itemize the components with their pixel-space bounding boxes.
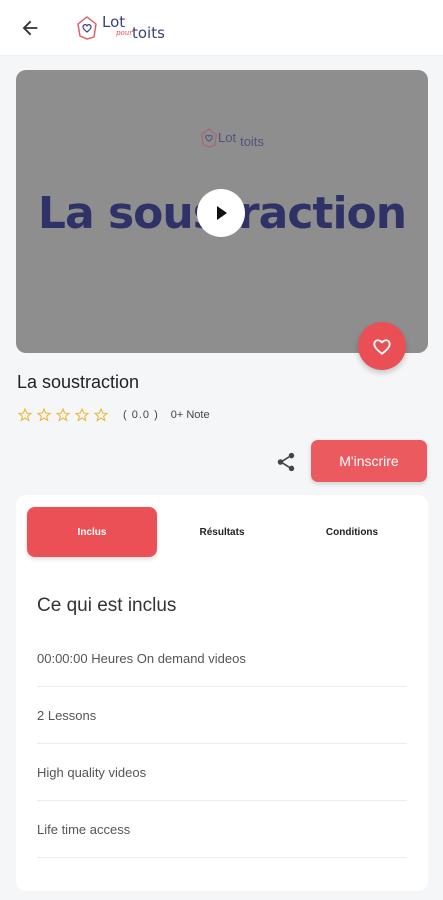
- tab-bar: Inclus Résultats Conditions: [27, 507, 417, 557]
- video-logo: Lot toits: [200, 126, 264, 149]
- enroll-button[interactable]: M'inscrire: [311, 440, 427, 482]
- video-player[interactable]: Lot toits La soustraction: [16, 70, 428, 353]
- share-button[interactable]: [272, 448, 300, 476]
- back-arrow-icon[interactable]: [16, 14, 44, 42]
- star-outline-icon: [55, 407, 71, 422]
- list-item: High quality videos: [37, 744, 407, 801]
- rating-stars: [17, 407, 109, 423]
- play-icon: [217, 206, 227, 220]
- list-item: 00:00:00 Heures On demand videos: [37, 630, 407, 687]
- star-outline-icon: [17, 407, 33, 422]
- star-outline-icon: [74, 407, 90, 422]
- section-title: Ce qui est inclus: [37, 595, 177, 616]
- video-logo-toits: toits: [240, 134, 264, 149]
- favorite-button[interactable]: [358, 322, 406, 370]
- included-list: 00:00:00 Heures On demand videos 2 Lesso…: [37, 630, 407, 858]
- rating-note-count: 0+ Note: [170, 409, 210, 421]
- rating-row: ( 0.0 ) 0+ Note: [17, 405, 210, 425]
- heart-icon: [373, 339, 391, 355]
- list-item: 2 Lessons: [37, 687, 407, 744]
- tab-resultats[interactable]: Résultats: [157, 507, 287, 557]
- play-button[interactable]: [197, 189, 245, 237]
- share-icon: [277, 452, 295, 472]
- video-logo-lot: Lot: [218, 130, 237, 145]
- tab-inclus[interactable]: Inclus: [27, 507, 157, 557]
- star-outline-icon: [93, 407, 109, 422]
- course-title: La soustraction: [17, 372, 140, 392]
- logo-text-toits: toits: [132, 24, 165, 42]
- tab-conditions[interactable]: Conditions: [287, 507, 417, 557]
- house-heart-icon: [77, 16, 97, 40]
- house-heart-icon: [201, 127, 217, 148]
- star-outline-icon: [36, 407, 52, 422]
- app-bar: Lot pour toits: [0, 0, 443, 56]
- course-details-card: Inclus Résultats Conditions Ce qui est i…: [16, 495, 428, 891]
- brand-logo: Lot pour toits: [76, 11, 182, 45]
- logo-text-pour: pour: [116, 29, 133, 37]
- rating-score: ( 0.0 ): [123, 409, 159, 421]
- list-item: Life time access: [37, 801, 407, 858]
